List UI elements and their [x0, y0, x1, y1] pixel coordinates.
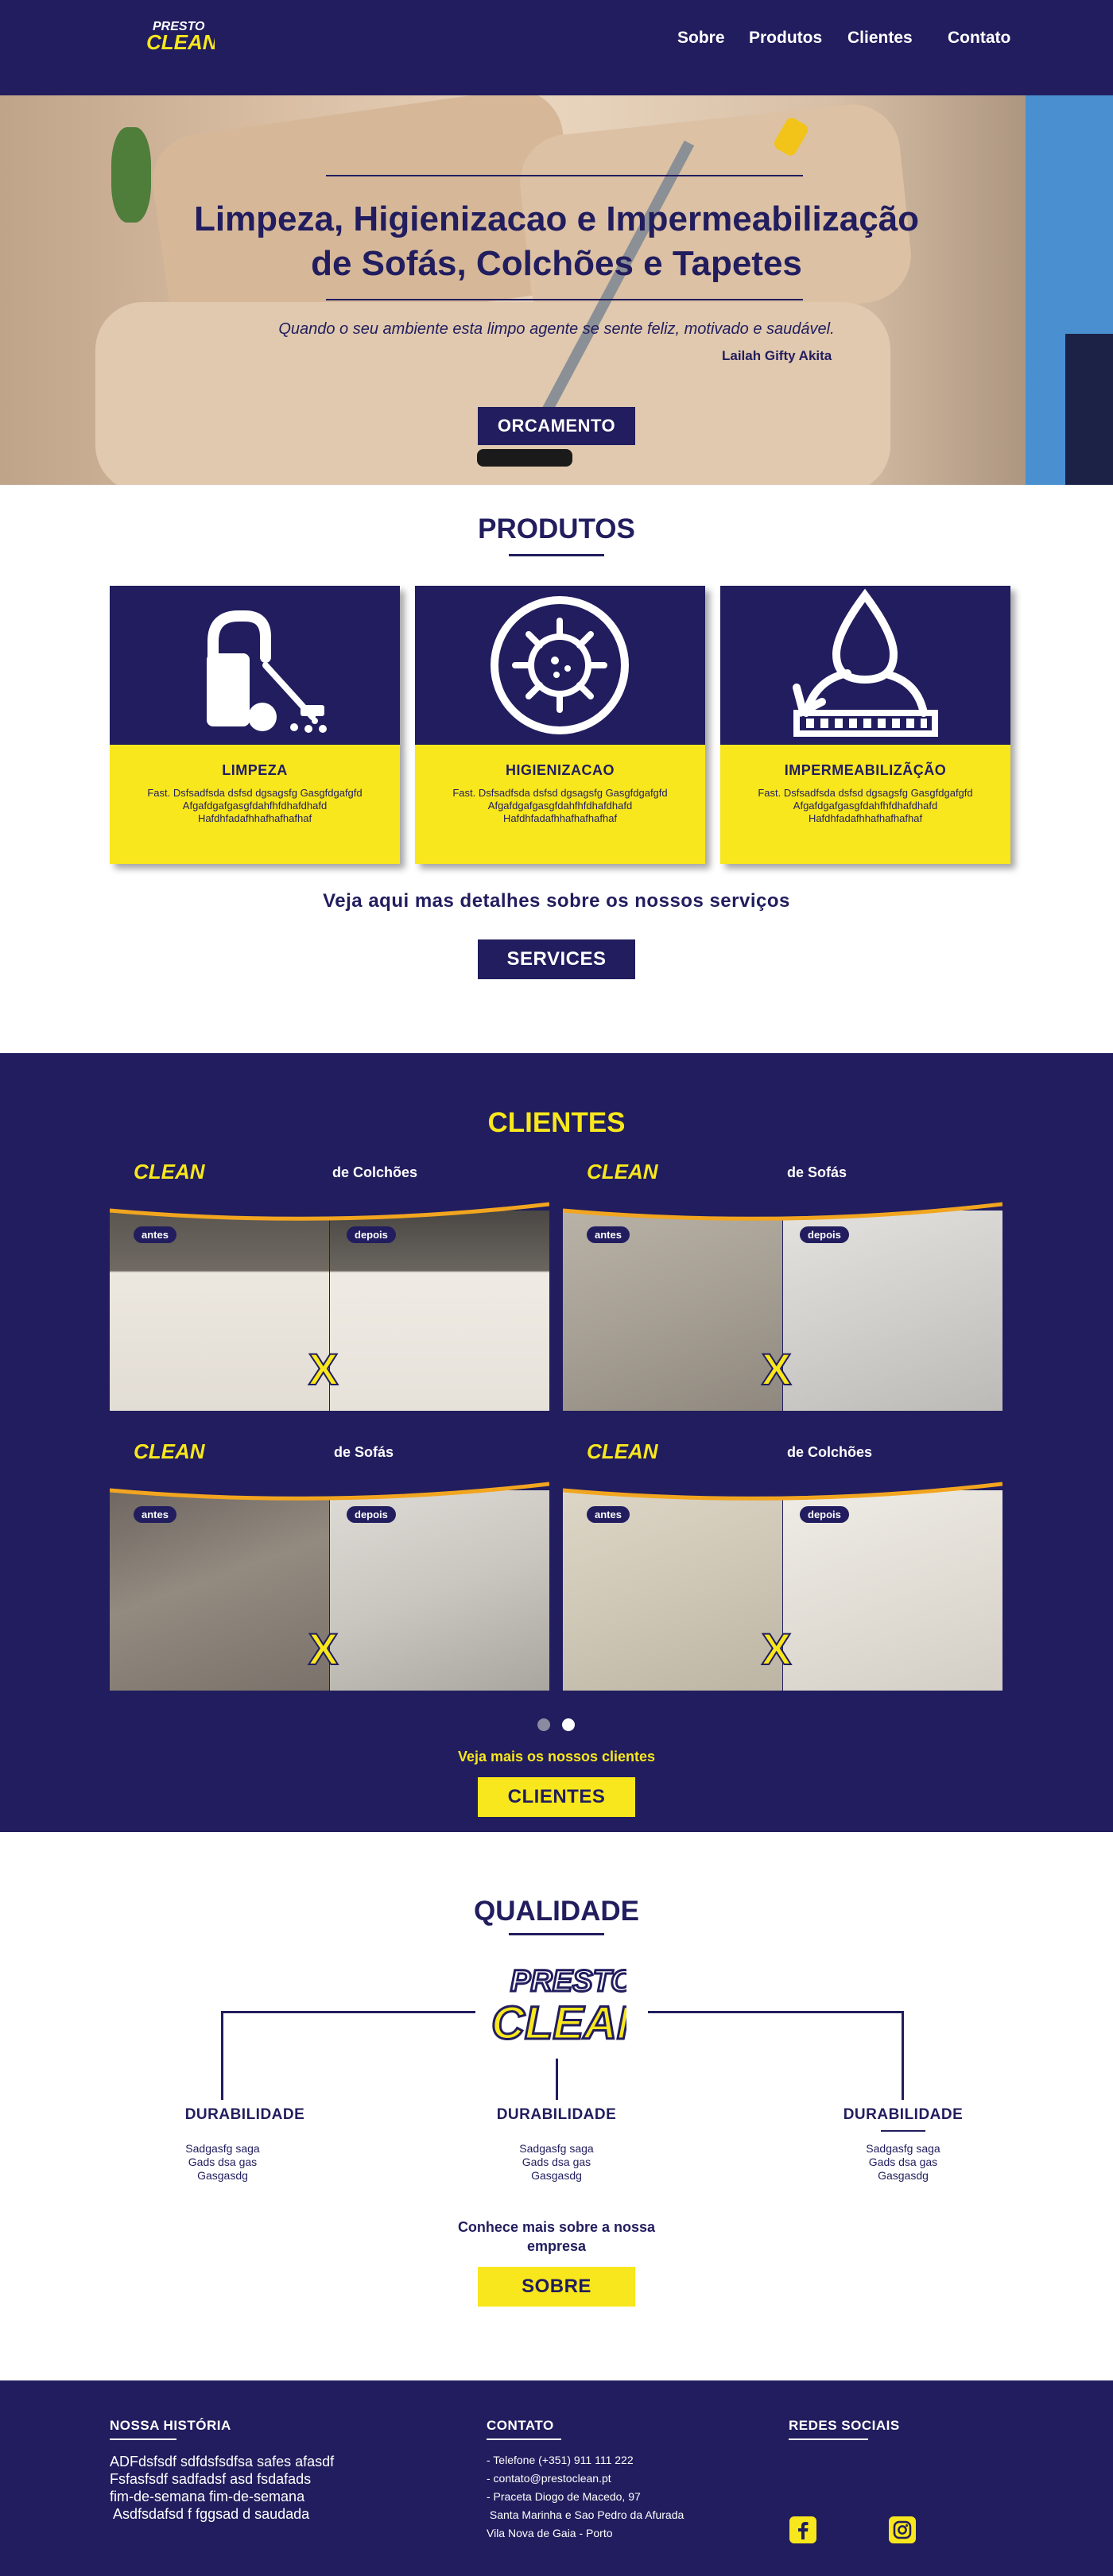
product-card-impermeabilizacao[interactable]: IMPERMEABILIZÃÇÃO Fast. Dsfsadfsda dsfsd…: [720, 586, 1010, 864]
quality-item-title: DURABILIDADE: [843, 2106, 964, 2123]
clientes-section: CLIENTES CLEAN de Colchões antes depois …: [0, 1053, 1113, 1832]
sobre-text: Conhece mais sobre a nossa empresa: [457, 2219, 656, 2254]
x-mark: X: [308, 1623, 339, 1675]
client-photo-1[interactable]: CLEAN de Colchões antes depois X: [110, 1164, 549, 1411]
footer-contato-underline: [487, 2438, 561, 2440]
footer-email[interactable]: - contato@prestoclean.pt: [487, 2472, 611, 2485]
after-tag: depois: [347, 1226, 396, 1243]
virus-shield-icon: [491, 596, 629, 734]
footer-historia-title: NOSSA HISTÓRIA: [110, 2418, 231, 2433]
card-title: IMPERMEABILIZÃÇÃO: [784, 762, 947, 778]
after-tag: depois: [800, 1506, 849, 1523]
before-tag: antes: [587, 1506, 630, 1523]
photo-heading: de Sofás: [787, 1164, 847, 1180]
facebook-icon[interactable]: [789, 2516, 816, 2543]
orange-wave-divider: [563, 1478, 1002, 1501]
after-tag: depois: [800, 1226, 849, 1243]
sobre-button[interactable]: SOBRE: [478, 2267, 635, 2307]
footer-contato-title: CONTATO: [487, 2418, 554, 2433]
qualidade-underline: [509, 1933, 604, 1935]
quality-item-title: DURABILIDADE: [496, 2106, 617, 2123]
clientes-button[interactable]: CLIENTES: [478, 1777, 635, 1817]
before-tag: antes: [134, 1506, 176, 1523]
svg-text:CLEAN: CLEAN: [146, 30, 215, 54]
presto-clean-logo: PRESTO CLEAN: [487, 1959, 653, 2051]
card-text: Fast. Dsfsadfsda dsfsd dgsagsfg Gasgfdga…: [758, 787, 973, 824]
before-tag: antes: [587, 1226, 630, 1243]
brand-watermark: CLEAN: [587, 1444, 658, 1463]
hero-quote: Quando o seu ambiente esta limpo agente …: [278, 320, 835, 338]
client-photo-3[interactable]: CLEAN de Sofás antes depois X: [110, 1444, 549, 1691]
after-tag: depois: [347, 1506, 396, 1523]
services-details-text: Veja aqui mas detalhes sobre os nossos s…: [323, 890, 790, 912]
carousel-dot-2[interactable]: [562, 1718, 575, 1731]
water-drop-fabric-icon: [793, 588, 938, 737]
product-card-higienizacao[interactable]: HIGIENIZACAO Fast. Dsfsadfsda dsfsd dgsa…: [415, 586, 705, 864]
nav-contato[interactable]: Contato: [948, 29, 1010, 48]
photo-heading: de Colchões: [332, 1164, 418, 1180]
footer-contato-text: - Telefone (+351) 911 111 222 - contato@…: [487, 2454, 684, 2539]
hero-divider-top: [326, 175, 803, 176]
footer-historia-underline: [110, 2438, 176, 2440]
client-photo-4[interactable]: CLEAN de Colchões antes depois X: [563, 1444, 1002, 1691]
site-header: PRESTO CLEAN Sobre Produtos Clientes Con…: [0, 0, 1113, 95]
photo-heading: de Sofás: [334, 1444, 394, 1460]
carousel-dot-1[interactable]: [537, 1718, 550, 1731]
x-mark: X: [308, 1343, 339, 1395]
orcamento-button[interactable]: ORCAMENTO: [478, 407, 635, 445]
vacuum-cleaner-icon: [207, 610, 327, 733]
connector-left: [221, 2011, 475, 2013]
before-tag: antes: [134, 1226, 176, 1243]
hero-quote-author: Lailah Gifty Akita: [722, 348, 832, 363]
hero-title: Limpeza, Higienizacao e Impermeabilizaçã…: [193, 199, 920, 283]
quality-item-underline: [881, 2130, 925, 2132]
x-mark: X: [761, 1343, 792, 1395]
connector-center-drop: [556, 2059, 558, 2100]
instagram-icon[interactable]: [889, 2516, 916, 2543]
footer-redes-title: REDES SOCIAIS: [789, 2418, 900, 2433]
brand-watermark: CLEAN: [134, 1164, 205, 1183]
card-text: Fast. Dsfsadfsda dsfsd dgsagsfg Gasgfdga…: [452, 787, 668, 824]
connector-right-drop: [902, 2011, 904, 2100]
footer-redes-underline: [789, 2438, 868, 2440]
orange-wave-divider: [110, 1198, 549, 1221]
quality-item-title: DURABILIDADE: [184, 2106, 305, 2123]
photo-heading: de Colchões: [787, 1444, 873, 1460]
brand-watermark: CLEAN: [587, 1164, 658, 1183]
card-text: Fast. Dsfsadfsda dsfsd dgsagsfg Gasgfdga…: [147, 787, 363, 824]
quality-item-text: Sadgasfg saga Gads dsa gas Gasgasdg: [519, 2142, 594, 2182]
nav-sobre[interactable]: Sobre: [677, 29, 725, 48]
brand-watermark: CLEAN: [134, 1444, 205, 1463]
svg-text:CLEAN: CLEAN: [491, 1997, 626, 2047]
nav-produtos[interactable]: Produtos: [749, 29, 822, 48]
product-card-limpeza[interactable]: LIMPEZA Fast. Dsfsadfsda dsfsd dgsagsfg …: [110, 586, 400, 864]
clientes-more-text: Veja mais os nossos clientes: [457, 1749, 656, 1764]
quality-item-text: Sadgasfg saga Gads dsa gas Gasgasdg: [866, 2142, 940, 2182]
nav-clientes[interactable]: Clientes: [847, 29, 913, 48]
qualidade-title: QUALIDADE: [473, 1896, 640, 1927]
card-title: LIMPEZA: [222, 762, 288, 778]
hero-divider-bottom: [326, 299, 803, 300]
footer-phone[interactable]: - Telefone (+351) 911 111 222: [487, 2454, 634, 2466]
orange-wave-divider: [110, 1478, 549, 1501]
client-photo-2[interactable]: CLEAN de Sofás antes depois X: [563, 1164, 1002, 1411]
connector-left-drop: [221, 2011, 223, 2100]
brand-logo[interactable]: PRESTO CLEAN: [143, 14, 219, 56]
footer-historia-text: ADFdsfsdf sdfdsfsdfsa safes afasdf Fsfas…: [110, 2454, 335, 2522]
clientes-title: CLIENTES: [487, 1107, 626, 1138]
connector-right: [648, 2011, 904, 2013]
produtos-underline: [509, 554, 604, 556]
quality-item-text: Sadgasfg saga Gads dsa gas Gasgasdg: [185, 2142, 260, 2182]
x-mark: X: [761, 1623, 792, 1675]
card-title: HIGIENIZACAO: [505, 762, 615, 778]
orange-wave-divider: [563, 1198, 1002, 1221]
hero-banner: Limpeza, Higienizacao e Impermeabilizaçã…: [0, 95, 1113, 485]
produtos-title: PRODUTOS: [478, 513, 635, 544]
svg-text:PRESTO: PRESTO: [510, 1965, 626, 1998]
services-button[interactable]: SERVICES: [478, 939, 635, 979]
